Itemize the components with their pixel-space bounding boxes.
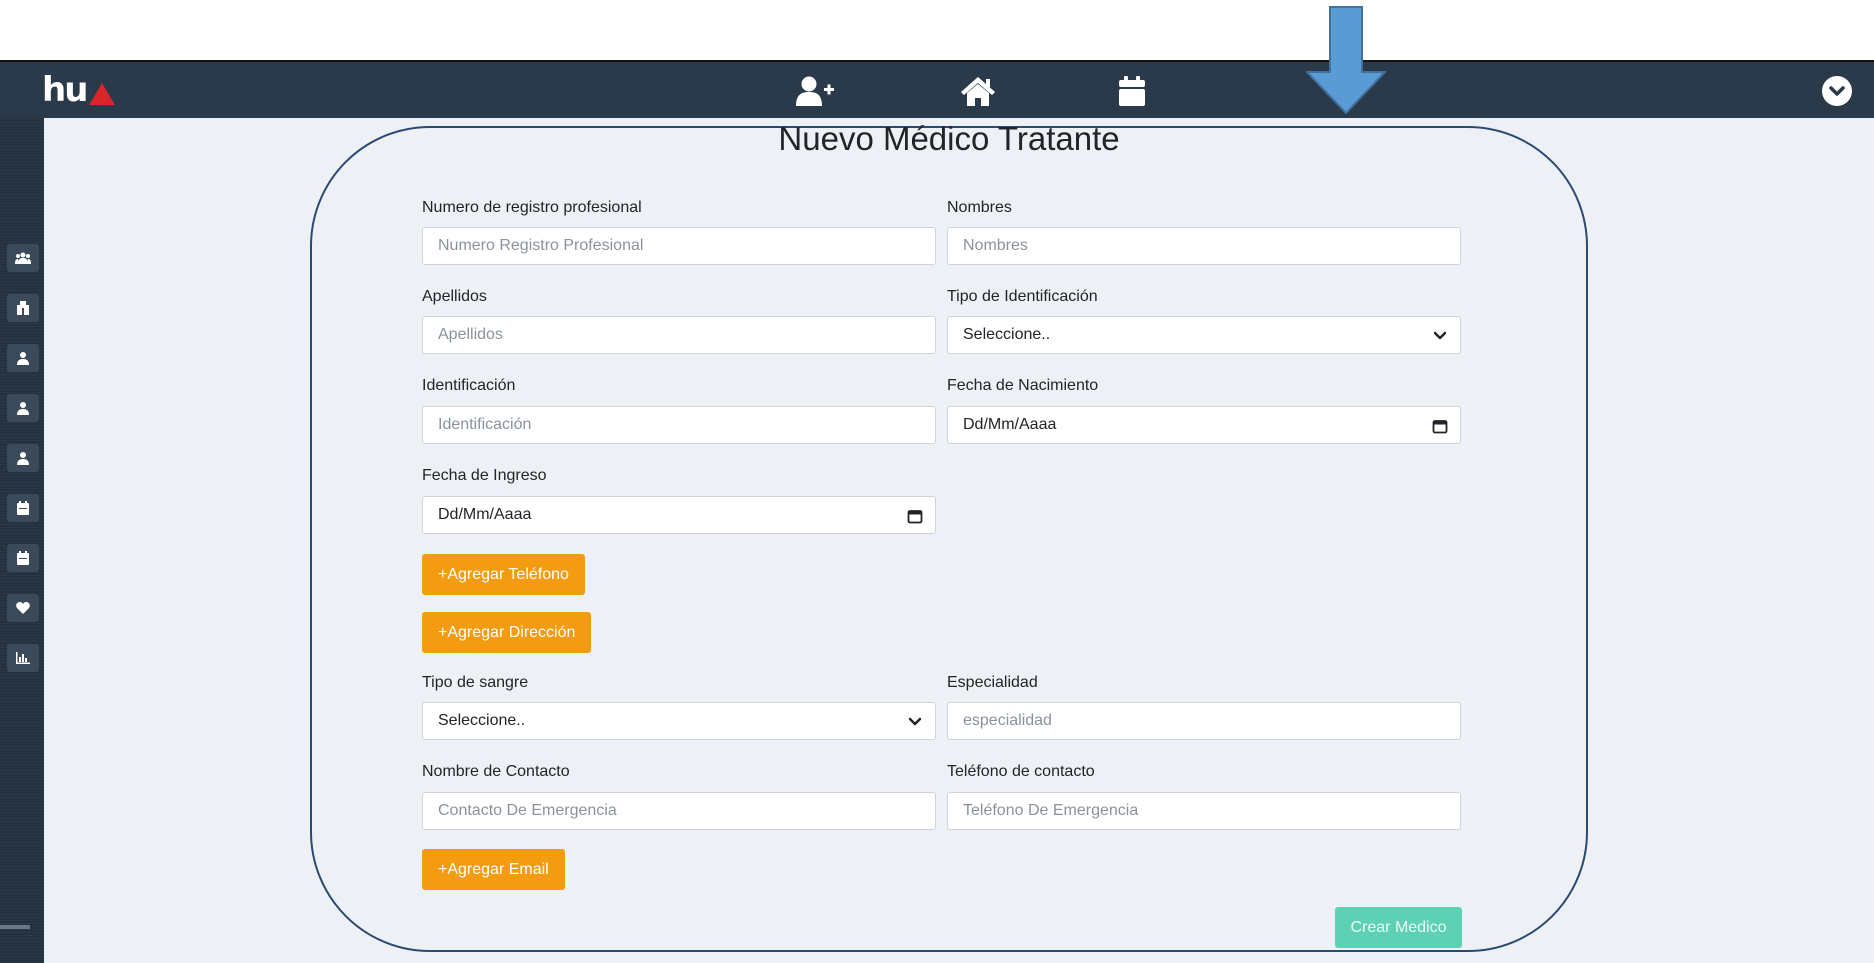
app-logo[interactable]: hu	[42, 70, 116, 110]
contacto-placeholder: Contacto De Emergencia	[438, 802, 617, 819]
calendar-icon[interactable]	[905, 506, 925, 526]
nombres-placeholder: Nombres	[963, 237, 1028, 254]
tel-contacto-input[interactable]: Teléfono De Emergencia	[947, 792, 1461, 830]
home-icon[interactable]	[958, 74, 998, 108]
create-doctor-button[interactable]: Crear Medico	[1335, 907, 1462, 948]
identificacion-label: Identificación	[422, 377, 516, 394]
sidebar-user-icon[interactable]	[7, 444, 39, 472]
fecha-ingreso-input[interactable]: Dd/Mm/Aaaa	[422, 496, 936, 534]
calendar-icon[interactable]	[1430, 416, 1450, 436]
tipo-id-select[interactable]: Seleccione..	[947, 316, 1461, 354]
apellidos-input[interactable]: Apellidos	[422, 316, 936, 354]
registro-placeholder: Numero Registro Profesional	[438, 237, 644, 254]
sidebar-users-icon[interactable]	[7, 244, 39, 272]
user-menu-chevron-icon[interactable]	[1822, 76, 1852, 106]
logo-text: hu	[42, 70, 88, 110]
fecha-nacimiento-input[interactable]: Dd/Mm/Aaaa	[947, 406, 1461, 444]
logo-triangle-icon	[89, 83, 116, 105]
nombres-input[interactable]: Nombres	[947, 227, 1461, 265]
tipo-sangre-select[interactable]: Seleccione..	[422, 702, 936, 740]
tipo-sangre-value: Seleccione..	[438, 712, 526, 729]
identificacion-placeholder: Identificación	[438, 416, 532, 433]
fecha-nacimiento-label: Fecha de Nacimiento	[947, 377, 1099, 394]
sidebar-hospital-icon[interactable]	[7, 294, 39, 322]
apellidos-label: Apellidos	[422, 288, 487, 305]
sidebar-heart-icon[interactable]	[7, 594, 39, 622]
nombres-label: Nombres	[947, 199, 1012, 216]
fecha-ingreso-value: Dd/Mm/Aaaa	[438, 506, 532, 523]
tel-contacto-placeholder: Teléfono De Emergencia	[963, 802, 1139, 819]
identificacion-input[interactable]: Identificación	[422, 406, 936, 444]
especialidad-input[interactable]: especialidad	[947, 702, 1461, 740]
sidebar-user-icon[interactable]	[7, 344, 39, 372]
add-email-button[interactable]: +Agregar Email	[422, 849, 565, 890]
sidebar-scrollbar[interactable]	[0, 925, 30, 929]
sidebar-calendar-icon[interactable]	[7, 544, 39, 572]
sidebar-user-icon[interactable]	[7, 394, 39, 422]
calendar-icon[interactable]	[1112, 74, 1152, 108]
tipo-sangre-label: Tipo de sangre	[422, 674, 529, 691]
tel-contacto-label: Teléfono de contacto	[947, 763, 1095, 780]
especialidad-placeholder: especialidad	[963, 712, 1052, 729]
tipo-id-label: Tipo de Identificación	[947, 288, 1098, 305]
add-user-icon[interactable]	[795, 74, 835, 108]
chevron-down-icon	[905, 712, 925, 732]
top-navbar: hu	[0, 60, 1874, 118]
chevron-down-icon	[1430, 326, 1450, 346]
page-title: Nuevo Médico Tratante	[778, 120, 1120, 157]
sidebar-chart-icon[interactable]	[7, 644, 39, 672]
registro-label: Numero de registro profesional	[422, 199, 642, 216]
sidebar-calendar-icon[interactable]	[7, 494, 39, 522]
sidebar	[0, 118, 44, 963]
fecha-nacimiento-value: Dd/Mm/Aaaa	[963, 416, 1057, 433]
annotation-arrow	[1306, 6, 1386, 114]
registro-input[interactable]: Numero Registro Profesional	[422, 227, 936, 265]
contacto-label: Nombre de Contacto	[422, 763, 570, 780]
fecha-ingreso-label: Fecha de Ingreso	[422, 467, 547, 484]
tipo-id-value: Seleccione..	[963, 326, 1051, 343]
add-address-button[interactable]: +Agregar Dirección	[422, 612, 592, 653]
contacto-input[interactable]: Contacto De Emergencia	[422, 792, 936, 830]
especialidad-label: Especialidad	[947, 674, 1038, 691]
apellidos-placeholder: Apellidos	[438, 326, 503, 343]
add-phone-button[interactable]: +Agregar Teléfono	[422, 554, 585, 595]
